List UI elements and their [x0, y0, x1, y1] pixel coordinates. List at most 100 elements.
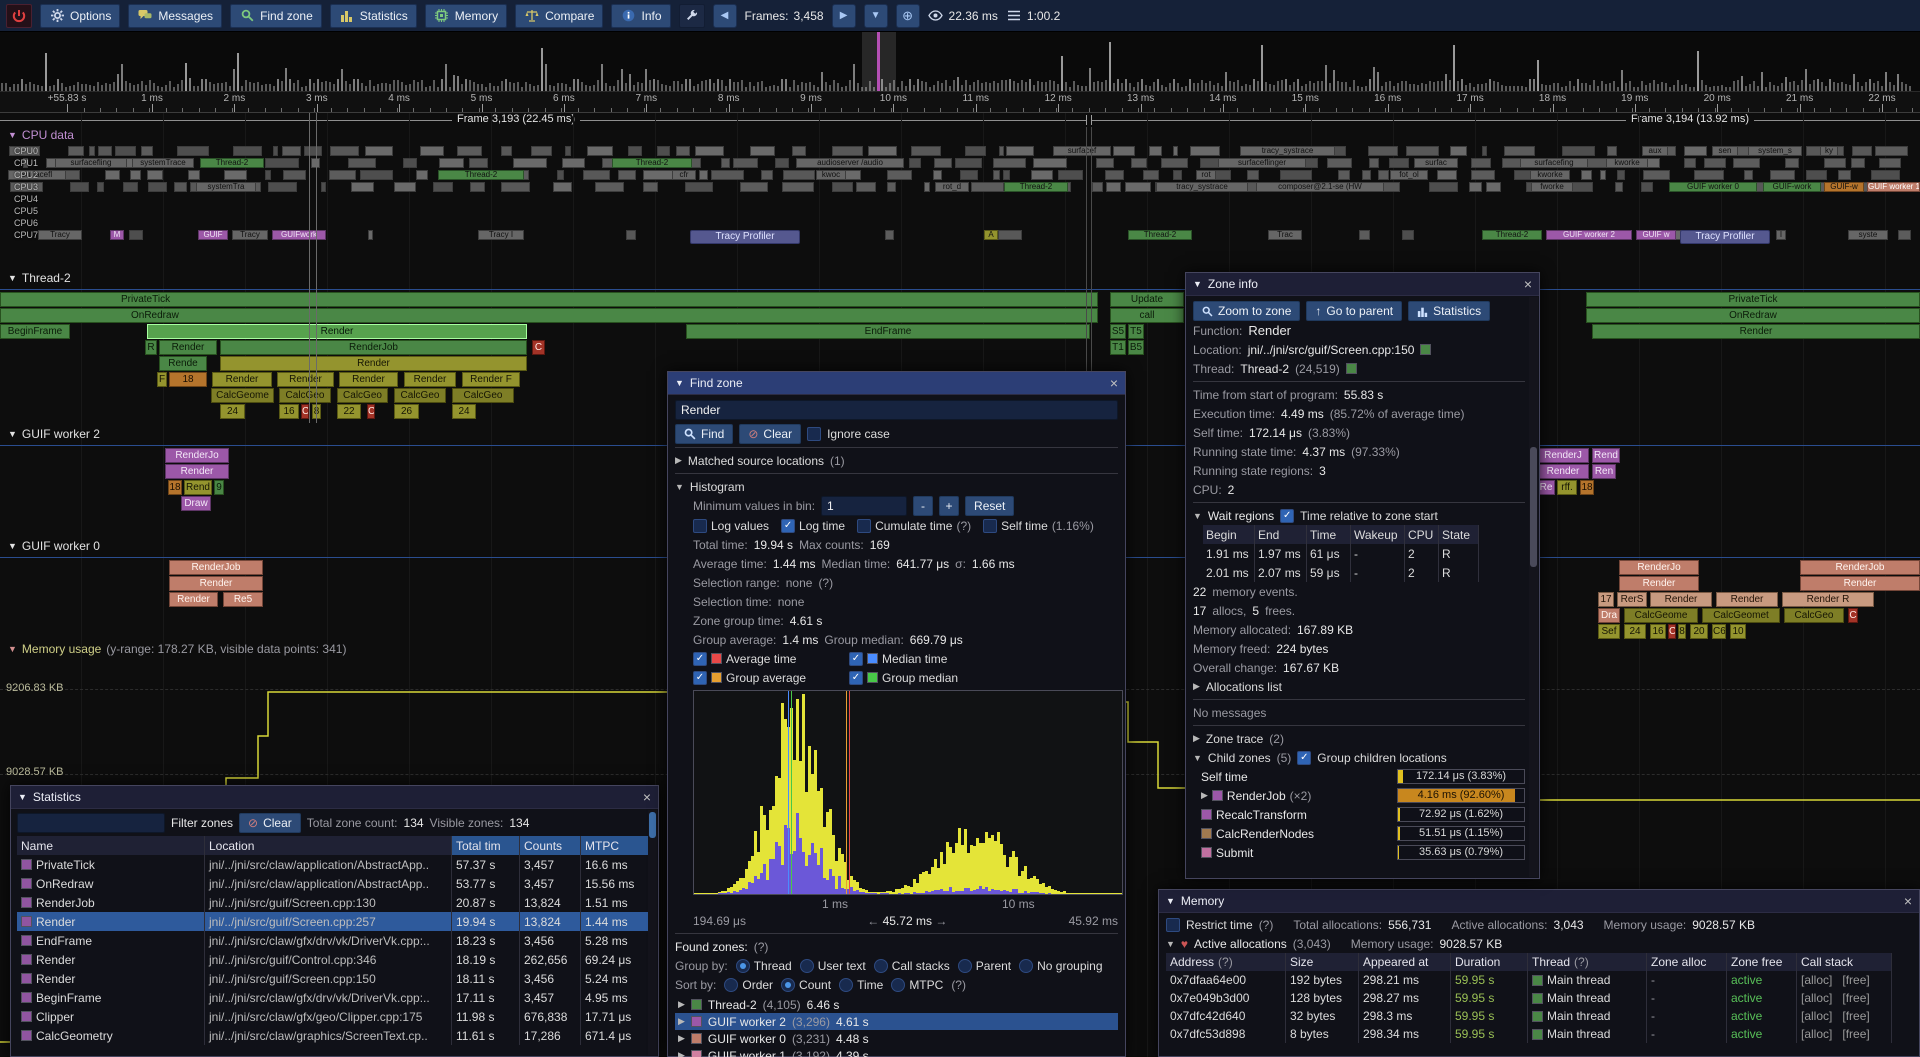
frame-bar[interactable]	[61, 83, 63, 91]
zone-renderjob[interactable]: RenderJob	[220, 340, 527, 355]
frame-bar[interactable]	[1889, 82, 1891, 91]
frame-bar[interactable]	[817, 87, 819, 91]
cpu-zone[interactable]: syste	[1848, 230, 1888, 240]
frame-bar[interactable]	[981, 83, 983, 91]
cpu-zone[interactable]	[1824, 158, 1846, 168]
stats-row[interactable]: Renderjni/../jni/src/guif/Screen.cpp:150…	[17, 969, 652, 988]
zone-10[interactable]: 10	[1730, 624, 1746, 639]
frame-bar[interactable]	[1421, 83, 1423, 91]
frame-bar[interactable]	[157, 86, 159, 91]
frame-bar[interactable]	[1537, 60, 1539, 91]
zone-t1[interactable]: T1	[1110, 340, 1126, 355]
zone-calcgeo[interactable]: CalcGeo	[1784, 608, 1844, 623]
frame-bar[interactable]	[897, 87, 899, 91]
cpu-zone[interactable]	[887, 170, 912, 180]
frame-bar[interactable]	[837, 83, 839, 91]
frame-bar[interactable]	[673, 81, 675, 91]
memory-titlebar[interactable]: ▼ Memory ×	[1159, 890, 1919, 913]
frame-bar[interactable]	[1181, 87, 1183, 91]
cpu-zone[interactable]: GUIF-work	[1763, 182, 1821, 192]
frame-bar[interactable]	[1393, 86, 1395, 91]
zone-beginframe[interactable]: BeginFrame	[0, 324, 70, 339]
frame-bar[interactable]	[105, 83, 107, 91]
frame-bar[interactable]	[1077, 85, 1079, 91]
cpu-zone[interactable]	[685, 182, 713, 192]
frame-bar[interactable]	[709, 79, 711, 91]
frame-bar[interactable]	[141, 81, 143, 91]
frame-bar[interactable]	[941, 83, 943, 91]
expand-arrow-icon[interactable]: ▶	[1193, 733, 1200, 744]
frame-bar[interactable]	[177, 84, 179, 91]
frame-bar[interactable]	[1857, 82, 1859, 91]
cpu-zone[interactable]: Tracy I	[478, 230, 524, 240]
frame-bar[interactable]	[1277, 81, 1279, 91]
memory-col-header[interactable]: Duration	[1451, 953, 1528, 971]
frame-bar[interactable]	[1065, 82, 1067, 91]
frame-bar[interactable]	[717, 79, 719, 91]
zone-b5[interactable]: B5	[1128, 340, 1144, 355]
find-zone-titlebar[interactable]: ▼ Find zone ×	[668, 372, 1125, 395]
frame-bar[interactable]	[905, 86, 907, 91]
frame-bar[interactable]	[185, 63, 187, 91]
cpu-zone[interactable]	[583, 170, 610, 180]
allocation-row[interactable]: 0x7dfaa64e00192 bytes298.21 ms59.95 sMai…	[1166, 971, 1912, 989]
frame-bar[interactable]	[1193, 83, 1195, 91]
frame-bar[interactable]	[1437, 81, 1439, 91]
frame-bar[interactable]	[1869, 79, 1871, 91]
frame-bar[interactable]	[1501, 85, 1503, 91]
expand-arrow-icon[interactable]: ▶	[678, 1050, 685, 1057]
frame-bar[interactable]	[1133, 87, 1135, 91]
frame-bar[interactable]	[829, 85, 831, 91]
cpu-zone[interactable]	[909, 158, 921, 168]
cpu-zone[interactable]	[998, 230, 1022, 240]
toolbar-options-button[interactable]: Options	[40, 4, 120, 28]
frame-bar[interactable]	[33, 84, 35, 91]
cpu-zone[interactable]: surfacef	[1053, 146, 1111, 156]
free-link[interactable]: [free]	[1842, 991, 1869, 1005]
frame-bar[interactable]	[977, 80, 979, 91]
zone-group-row[interactable]: ▶Thread-2(4,105)6.46 s	[675, 996, 1118, 1013]
help-marker[interactable]: (?)	[1259, 918, 1274, 932]
memory-col-header[interactable]: Call stack	[1797, 953, 1892, 971]
frame-bar[interactable]	[513, 83, 515, 91]
cpu-zone[interactable]	[457, 146, 482, 156]
frame-bar[interactable]	[1753, 81, 1755, 91]
child-zones-label[interactable]: Child zones	[1208, 751, 1271, 765]
zone-calcgeome[interactable]: CalcGeome	[1624, 608, 1698, 623]
cpu-zone[interactable]	[304, 146, 322, 156]
frame-bar[interactable]	[697, 84, 699, 91]
cpu-zone[interactable]: Thread-2	[1004, 182, 1068, 192]
frame-bar[interactable]	[505, 79, 507, 91]
frame-bar[interactable]	[529, 84, 531, 91]
cpu-zone[interactable]	[934, 158, 952, 168]
frame-bar[interactable]	[1705, 85, 1707, 91]
frame-bar[interactable]	[297, 80, 299, 91]
frame-bar[interactable]	[1701, 80, 1703, 91]
frame-bar[interactable]	[685, 79, 687, 91]
cpu-zone[interactable]	[911, 146, 941, 156]
frame-bar[interactable]	[161, 87, 163, 91]
cpu-zone[interactable]	[832, 146, 863, 156]
zone-26[interactable]: 26	[394, 404, 419, 419]
frame-bar[interactable]	[1557, 83, 1559, 91]
frame-bar[interactable]	[1057, 84, 1059, 91]
frame-bar[interactable]	[1585, 83, 1587, 91]
frame-bar[interactable]	[1461, 79, 1463, 91]
frame-bar[interactable]	[477, 84, 479, 91]
frame-bar[interactable]	[465, 79, 467, 91]
cpu-zone[interactable]: A	[984, 230, 998, 240]
zone-renderjob[interactable]: RenderJob	[1800, 560, 1920, 575]
frame-bar[interactable]	[181, 80, 183, 91]
stats-col-header[interactable]: Total tim	[452, 836, 520, 855]
frame-bar[interactable]	[1625, 83, 1627, 91]
histogram-plot[interactable]	[693, 690, 1123, 895]
collapse-arrow-icon[interactable]: ▼	[1193, 511, 1202, 521]
cpu-zone[interactable]	[792, 146, 806, 156]
cpu-zone[interactable]	[188, 170, 200, 180]
frame-bar[interactable]	[1765, 87, 1767, 91]
frame-bar[interactable]	[257, 82, 259, 91]
frame-bar[interactable]	[565, 84, 567, 91]
zone-16[interactable]: 16	[279, 404, 299, 419]
log-time-checkbox[interactable]	[781, 519, 795, 533]
frame-bar[interactable]	[1261, 45, 1263, 91]
